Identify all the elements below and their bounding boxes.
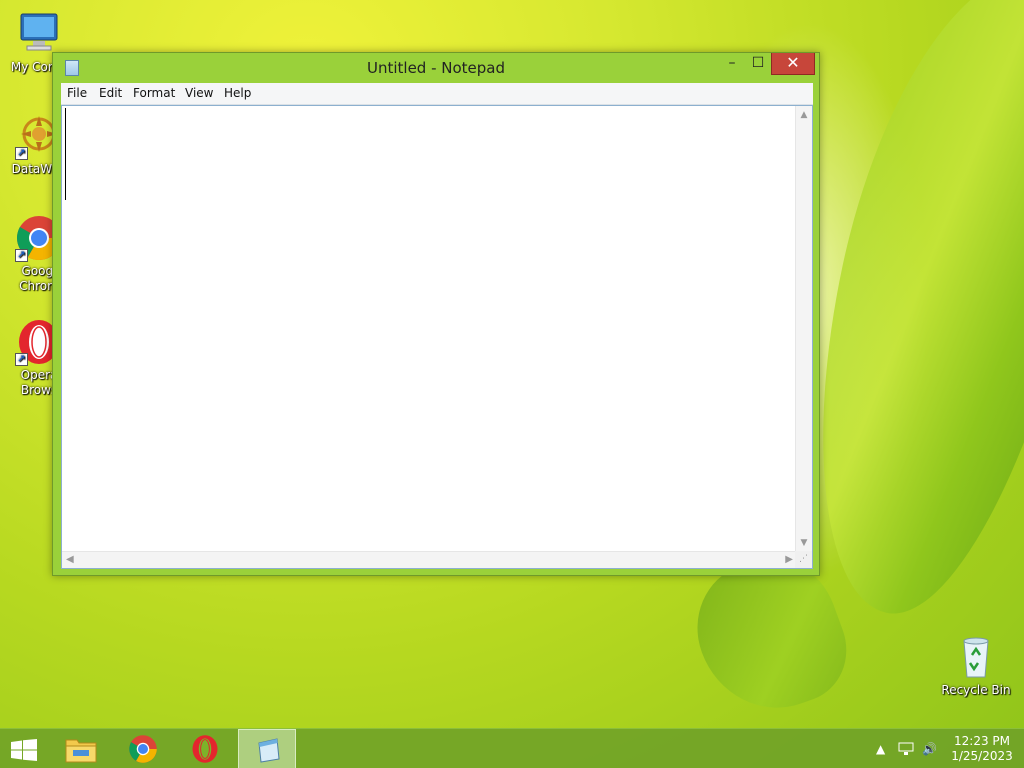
menu-file[interactable]: File [67, 86, 87, 100]
chrome-icon [129, 735, 157, 763]
menu-bar: File Edit Format View Help [61, 83, 813, 105]
volume-icon[interactable]: 🔊 [922, 742, 937, 756]
taskbar-google-chrome[interactable] [114, 729, 172, 768]
scroll-down-icon[interactable]: ▼ [796, 538, 812, 548]
shortcut-arrow-icon: ↗ [15, 249, 28, 262]
opera-icon [192, 735, 218, 763]
notepad-icon [258, 738, 280, 763]
scroll-up-icon[interactable]: ▲ [796, 110, 812, 120]
clock[interactable]: 12:23 PM 1/25/2023 [950, 734, 1014, 764]
taskbar-file-explorer[interactable] [52, 729, 110, 768]
taskbar: ▲ 🔊 12:23 PM 1/25/2023 [0, 728, 1024, 768]
vertical-scrollbar[interactable]: ▲ ▼ [795, 106, 812, 552]
shortcut-arrow-icon: ↗ [15, 147, 28, 160]
notepad-window[interactable]: Untitled - Notepad – ☐ ✕ File Edit Forma… [52, 52, 820, 576]
clock-time: 12:23 PM [954, 734, 1010, 748]
taskbar-notepad[interactable] [238, 729, 296, 768]
horizontal-scrollbar[interactable]: ◀ ▶ [62, 551, 797, 568]
scroll-right-icon[interactable]: ▶ [785, 554, 793, 565]
resize-grip-icon[interactable]: ⋰ [795, 551, 812, 568]
menu-edit[interactable]: Edit [99, 86, 122, 100]
menu-format[interactable]: Format [133, 86, 175, 100]
text-caret [65, 108, 66, 200]
taskbar-opera[interactable] [176, 729, 234, 768]
minimize-button[interactable]: – [719, 53, 745, 75]
windows-logo-icon [11, 739, 37, 761]
desktop-icon-recycle-bin[interactable]: Recycle Bin [937, 633, 1015, 698]
close-button[interactable]: ✕ [771, 53, 815, 75]
computer-icon [15, 10, 63, 58]
recycle-bin-icon [952, 633, 1000, 681]
clock-date: 1/25/2023 [951, 749, 1013, 763]
network-icon[interactable] [898, 742, 914, 759]
show-hidden-icons-icon[interactable]: ▲ [876, 742, 885, 756]
title-bar[interactable]: Untitled - Notepad – ☐ ✕ [53, 53, 819, 83]
start-button[interactable] [0, 729, 48, 768]
menu-view[interactable]: View [185, 86, 213, 100]
scroll-left-icon[interactable]: ◀ [66, 554, 74, 565]
text-editor-area[interactable]: ▲ ▼ ◀ ▶ ⋰ [61, 105, 813, 569]
menu-help[interactable]: Help [224, 86, 251, 100]
folder-icon [65, 739, 97, 763]
desktop-icon-label: Recycle Bin [941, 683, 1011, 697]
maximize-button[interactable]: ☐ [745, 53, 771, 75]
window-title: Untitled - Notepad [366, 59, 506, 77]
shortcut-arrow-icon: ↗ [15, 353, 28, 366]
